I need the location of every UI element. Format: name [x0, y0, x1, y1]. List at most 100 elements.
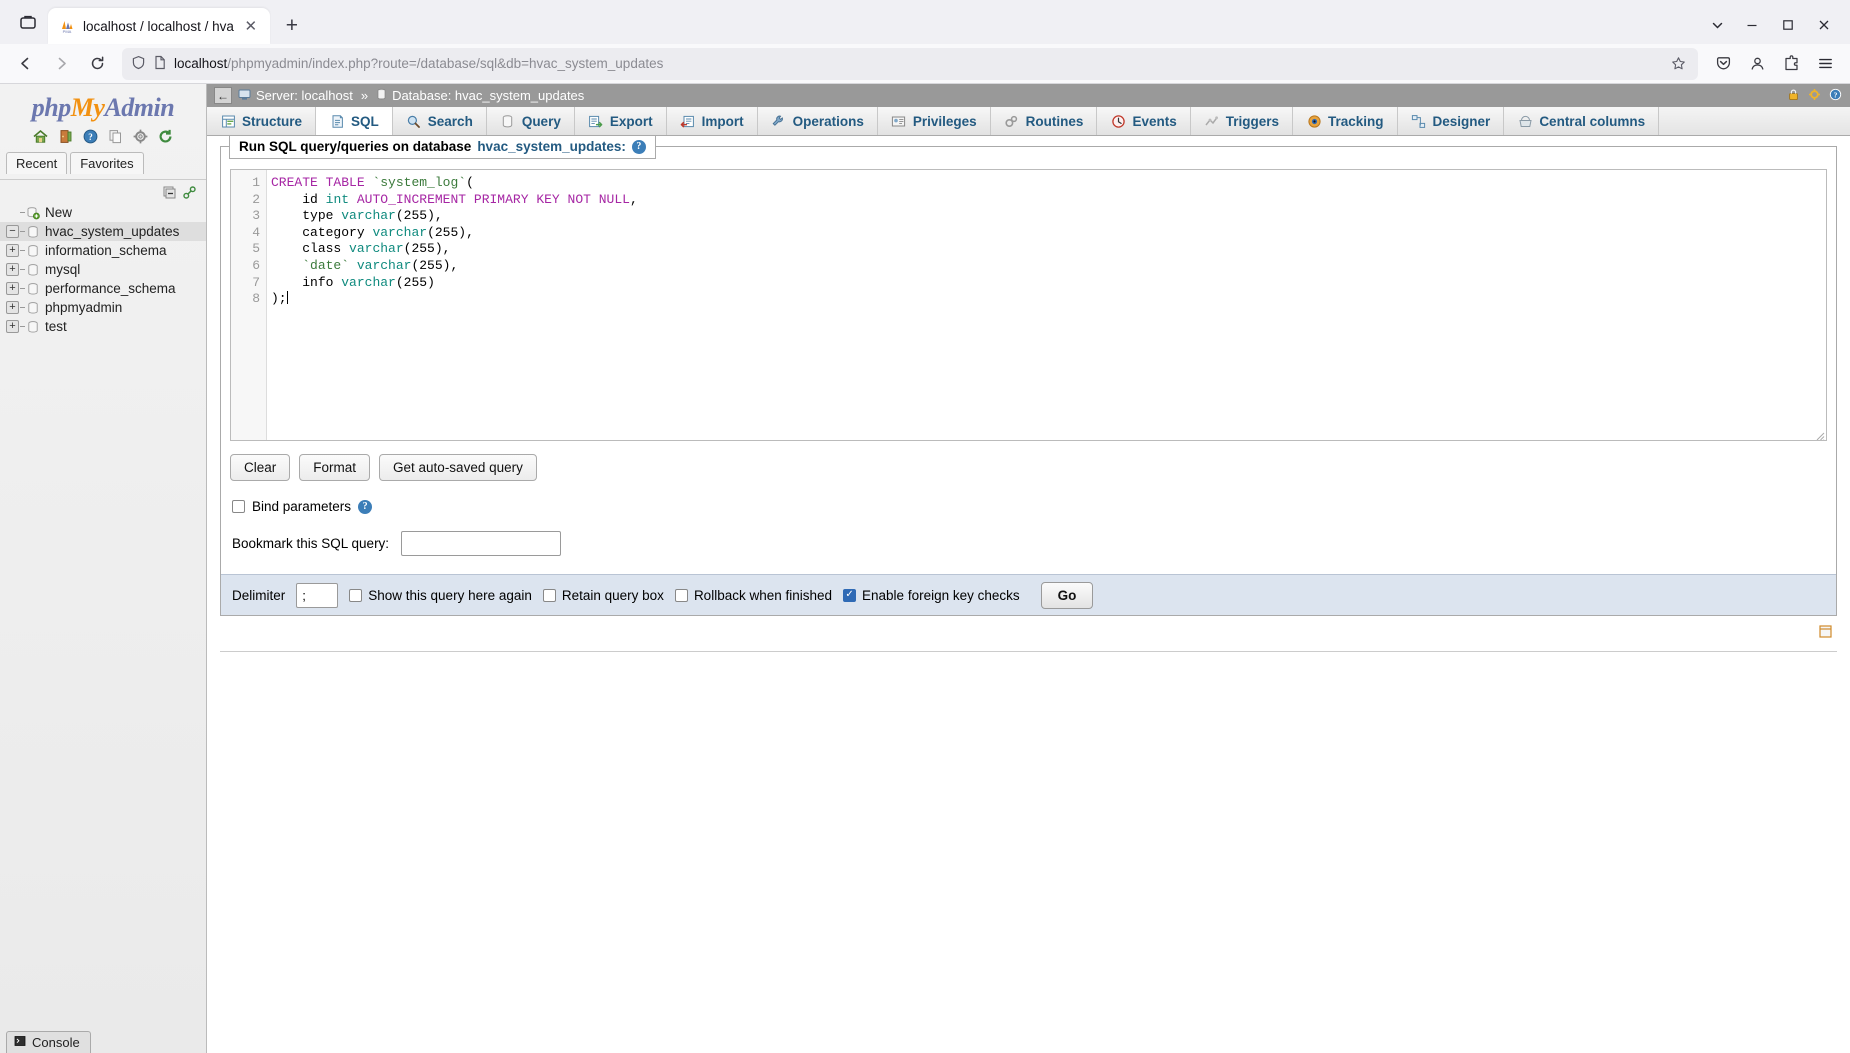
breadcrumb-back-icon[interactable]: ← — [214, 87, 232, 104]
tab-label: Tracking — [1328, 114, 1384, 129]
sidebar-item-recent[interactable]: Recent — [6, 152, 67, 174]
back-arrow-icon[interactable] — [8, 48, 42, 80]
tab-search[interactable]: Search — [393, 107, 487, 135]
pocket-icon[interactable] — [1706, 48, 1740, 80]
tab-label: Structure — [242, 114, 302, 129]
url-bar[interactable]: localhost/phpmyadmin/index.php?route=/da… — [122, 48, 1698, 80]
help-icon[interactable]: ? — [358, 500, 372, 514]
editor-resize-handle[interactable] — [1814, 428, 1825, 439]
expand-toggle-icon[interactable]: + — [6, 320, 19, 333]
docs-icon[interactable]: ? — [82, 128, 99, 145]
tab-close-icon[interactable]: ✕ — [242, 17, 260, 35]
tab-structure[interactable]: Structure — [207, 107, 316, 135]
tab-label: Routines — [1026, 114, 1084, 129]
tab-query[interactable]: Query — [487, 107, 575, 135]
db-tree-item-hvac-system-updates[interactable]: − hvac_system_updates — [0, 222, 206, 241]
reload-icon[interactable] — [157, 128, 174, 145]
url-host: localhost — [174, 56, 227, 71]
db-icon — [25, 244, 41, 258]
copy-icon[interactable] — [107, 128, 124, 145]
forward-arrow-icon[interactable] — [44, 48, 78, 80]
settings-icon[interactable] — [1808, 88, 1821, 104]
link-icon[interactable] — [182, 185, 197, 200]
pma-main: ← Server: localhost » Database: hvac_sys… — [207, 84, 1850, 1053]
expand-toggle-icon[interactable]: + — [6, 282, 19, 295]
db-tree-item-mysql[interactable]: + mysql — [0, 260, 206, 279]
line-number: 7 — [231, 275, 266, 292]
retain-query-box-option[interactable]: Retain query box — [543, 588, 664, 603]
tab-tracking[interactable]: Tracking — [1293, 107, 1398, 135]
tab-events[interactable]: Events — [1097, 107, 1190, 135]
clear-button[interactable]: Clear — [230, 454, 290, 481]
tab-operations[interactable]: Operations — [758, 107, 878, 135]
db-tree-item-new[interactable]: New — [0, 203, 206, 222]
window-close-icon[interactable] — [1806, 9, 1842, 41]
retain-query-box-checkbox[interactable] — [543, 589, 556, 602]
tab-routines[interactable]: Routines — [991, 107, 1098, 135]
logout-icon[interactable] — [57, 128, 74, 145]
help-icon[interactable]: ? — [1829, 88, 1842, 104]
page-settings-icon[interactable] — [1818, 624, 1833, 639]
tab-designer[interactable]: Designer — [1398, 107, 1505, 135]
phpmyadmin-logo[interactable]: phpMyAdmin — [0, 84, 206, 125]
minimize-icon[interactable] — [1734, 9, 1770, 41]
shield-icon[interactable] — [131, 55, 146, 73]
list-all-tabs-icon[interactable] — [1700, 9, 1734, 41]
hamburger-menu-icon[interactable] — [1808, 48, 1842, 80]
tab-import[interactable]: Import — [667, 107, 758, 135]
account-icon[interactable] — [1740, 48, 1774, 80]
new-tab-button[interactable]: + — [276, 10, 308, 42]
sidebar-item-favorites[interactable]: Favorites — [70, 152, 143, 174]
db-tree-item-performance-schema[interactable]: + performance_schema — [0, 279, 206, 298]
tab-sql[interactable]: SQL — [316, 107, 393, 135]
show-query-again-option[interactable]: Show this query here again — [349, 588, 532, 603]
enable-foreign-key-checks-option[interactable]: ✓ Enable foreign key checks — [843, 588, 1020, 603]
settings-icon[interactable] — [132, 128, 149, 145]
help-icon[interactable]: ? — [632, 140, 646, 154]
bind-parameters-checkbox[interactable] — [232, 500, 245, 513]
browser-tab[interactable]: PMA localhost / localhost / hva ✕ — [48, 8, 270, 44]
bookmark-input[interactable] — [401, 531, 561, 556]
tab-triggers[interactable]: Triggers — [1191, 107, 1293, 135]
expand-toggle-icon[interactable]: + — [6, 244, 19, 257]
db-tree-item-information-schema[interactable]: + information_schema — [0, 241, 206, 260]
rollback-when-finished-checkbox[interactable] — [675, 589, 688, 602]
tab-label: Central columns — [1539, 114, 1645, 129]
expand-toggle-icon[interactable]: + — [6, 263, 19, 276]
sql-content: Run SQL query/queries on database hvac_s… — [207, 136, 1850, 1053]
collapse-toggle-icon[interactable]: − — [6, 225, 19, 238]
format-button[interactable]: Format — [299, 454, 370, 481]
breadcrumb-server-label: Server: localhost — [256, 88, 353, 103]
tab-central-columns[interactable]: Central columns — [1504, 107, 1659, 135]
sql-editor-code[interactable]: CREATE TABLE `system_log`( id int AUTO_I… — [267, 170, 1826, 440]
bind-parameters-label: Bind parameters — [252, 499, 351, 514]
sql-editor[interactable]: 1 2 3 4 5 6 7 8 CREATE TABLE `system_log… — [230, 169, 1827, 441]
firefox-view-icon[interactable] — [8, 2, 48, 42]
go-button[interactable]: Go — [1041, 582, 1094, 609]
tab-label: Query — [522, 114, 561, 129]
expand-toggle-icon[interactable]: + — [6, 301, 19, 314]
delimiter-input[interactable]: ; — [296, 583, 338, 608]
url-path: /phpmyadmin/index.php?route=/database/sq… — [227, 56, 663, 71]
show-query-again-checkbox[interactable] — [349, 589, 362, 602]
extensions-icon[interactable] — [1774, 48, 1808, 80]
db-tree-item-phpmyadmin[interactable]: + phpmyadmin — [0, 298, 206, 317]
enable-foreign-key-checks-checkbox[interactable]: ✓ — [843, 589, 856, 602]
get-auto-saved-query-button[interactable]: Get auto-saved query — [379, 454, 537, 481]
maximize-icon[interactable] — [1770, 9, 1806, 41]
reload-icon[interactable] — [80, 48, 114, 80]
collapse-all-icon[interactable] — [162, 185, 177, 200]
breadcrumb-database[interactable]: Database: hvac_system_updates — [376, 88, 584, 104]
rollback-when-finished-option[interactable]: Rollback when finished — [675, 588, 832, 603]
privileges-icon — [891, 113, 907, 129]
tab-label: Designer — [1433, 114, 1491, 129]
home-icon[interactable] — [32, 128, 49, 145]
lock-icon[interactable] — [1787, 88, 1800, 104]
tab-export[interactable]: Export — [575, 107, 667, 135]
db-tree-item-test[interactable]: + test — [0, 317, 206, 336]
console-bar[interactable]: Console — [6, 1031, 91, 1053]
star-icon[interactable] — [1667, 56, 1689, 71]
breadcrumb-separator: » — [359, 88, 370, 103]
tab-privileges[interactable]: Privileges — [878, 107, 991, 135]
breadcrumb-server[interactable]: Server: localhost — [238, 88, 353, 104]
